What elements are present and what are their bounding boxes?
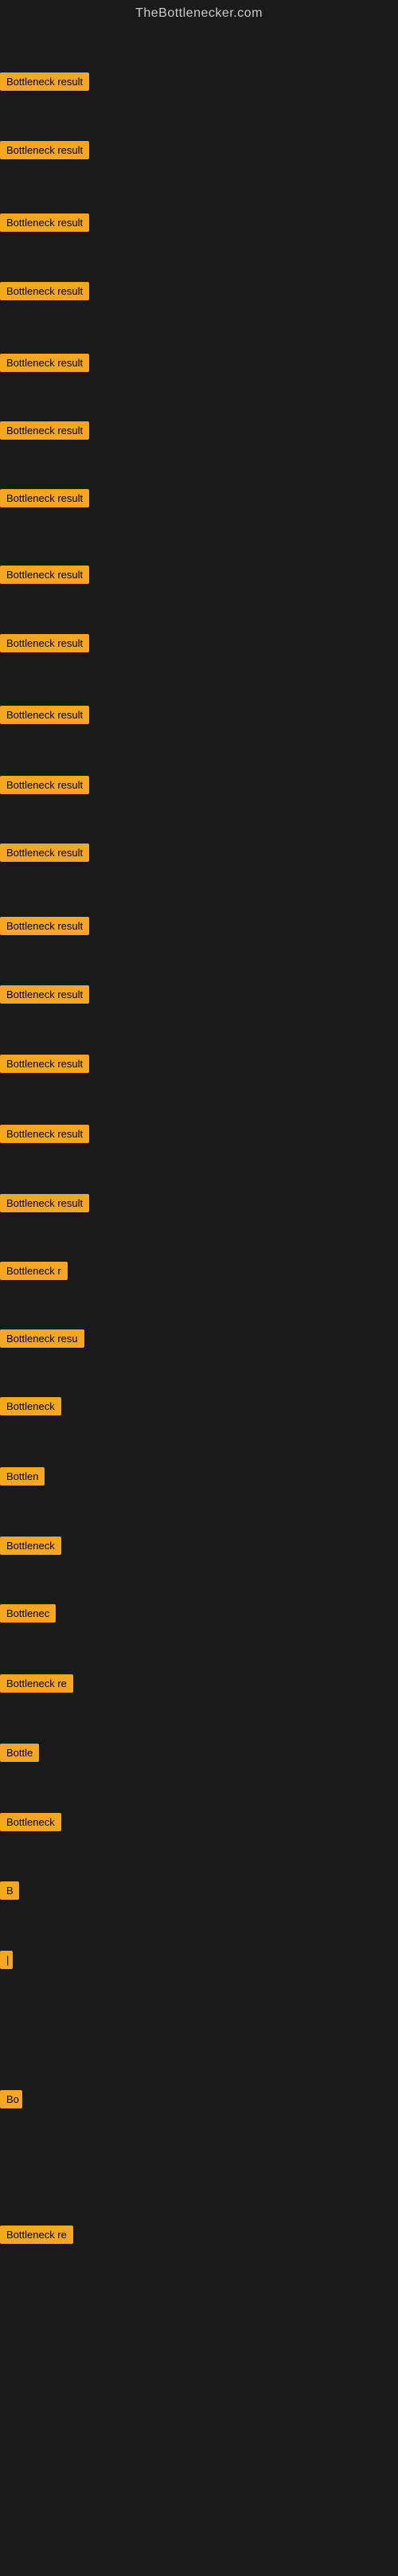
list-item: Bottleneck result <box>0 844 89 866</box>
list-item: Bottleneck result <box>0 213 89 236</box>
bottleneck-result-badge: Bottleneck result <box>0 985 89 1004</box>
list-item: Bottlen <box>0 1467 45 1490</box>
bottleneck-result-badge: Bottleneck result <box>0 917 89 935</box>
bottleneck-result-badge: Bottleneck result <box>0 566 89 584</box>
bottleneck-result-badge: Bottleneck result <box>0 1055 89 1073</box>
bottleneck-result-badge: Bottleneck result <box>0 141 89 159</box>
list-item: Bo <box>0 2090 22 2112</box>
list-item: Bottleneck result <box>0 776 89 798</box>
bottleneck-result-badge: Bottleneck result <box>0 282 89 300</box>
bottleneck-result-badge: Bottleneck re <box>0 2226 73 2244</box>
list-item: Bottleneck r <box>0 1262 68 1284</box>
bottleneck-result-badge: | <box>0 1951 13 1969</box>
list-item: Bottleneck result <box>0 1194 89 1216</box>
bottleneck-result-badge: Bottlenec <box>0 1604 56 1623</box>
bottleneck-result-badge: Bottleneck result <box>0 776 89 794</box>
list-item: Bottleneck result <box>0 354 89 376</box>
list-item: Bottle <box>0 1744 39 1766</box>
list-item: Bottleneck re <box>0 1674 73 1697</box>
list-item: Bottleneck result <box>0 72 89 95</box>
list-item: Bottleneck <box>0 1537 61 1559</box>
list-item: Bottleneck result <box>0 1125 89 1147</box>
bottleneck-result-badge: Bottleneck result <box>0 489 89 507</box>
bottleneck-result-badge: Bottle <box>0 1744 39 1762</box>
bottleneck-result-badge: B <box>0 1881 19 1900</box>
bottleneck-result-badge: Bottleneck re <box>0 1674 73 1693</box>
bottleneck-result-badge: Bottleneck r <box>0 1262 68 1280</box>
bottleneck-result-badge: Bottleneck result <box>0 72 89 91</box>
list-item: Bottleneck <box>0 1813 61 1835</box>
list-item: Bottleneck result <box>0 566 89 588</box>
list-item: Bottleneck result <box>0 282 89 304</box>
bottleneck-result-badge: Bottleneck result <box>0 354 89 372</box>
site-title: TheBottlenecker.com <box>0 0 398 27</box>
bottleneck-result-badge: Bo <box>0 2090 22 2108</box>
bottleneck-result-badge: Bottleneck <box>0 1537 61 1555</box>
list-item: Bottleneck result <box>0 141 89 163</box>
bottleneck-result-badge: Bottleneck result <box>0 421 89 440</box>
list-item: | <box>0 1951 13 1973</box>
bottleneck-result-badge: Bottleneck result <box>0 1125 89 1143</box>
bottleneck-result-badge: Bottleneck result <box>0 213 89 232</box>
bottleneck-result-badge: Bottleneck <box>0 1397 61 1415</box>
list-item: Bottleneck result <box>0 917 89 939</box>
bottleneck-result-badge: Bottleneck result <box>0 1194 89 1212</box>
list-item: Bottleneck result <box>0 706 89 728</box>
list-item: Bottleneck result <box>0 985 89 1008</box>
list-item: Bottleneck re <box>0 2226 73 2248</box>
bottleneck-result-badge: Bottleneck result <box>0 634 89 652</box>
bottleneck-result-badge: Bottleneck resu <box>0 1329 84 1348</box>
list-item: Bottleneck <box>0 1397 61 1419</box>
list-item: Bottleneck result <box>0 489 89 511</box>
list-item: Bottleneck result <box>0 634 89 656</box>
list-item: Bottleneck resu <box>0 1329 84 1352</box>
bottleneck-result-badge: Bottlen <box>0 1467 45 1486</box>
bottleneck-result-badge: Bottleneck result <box>0 844 89 862</box>
bottleneck-result-badge: Bottleneck result <box>0 706 89 724</box>
list-item: Bottleneck result <box>0 1055 89 1077</box>
list-item: Bottleneck result <box>0 421 89 444</box>
bottleneck-result-badge: Bottleneck <box>0 1813 61 1831</box>
list-item: Bottlenec <box>0 1604 56 1627</box>
list-item: B <box>0 1881 19 1904</box>
